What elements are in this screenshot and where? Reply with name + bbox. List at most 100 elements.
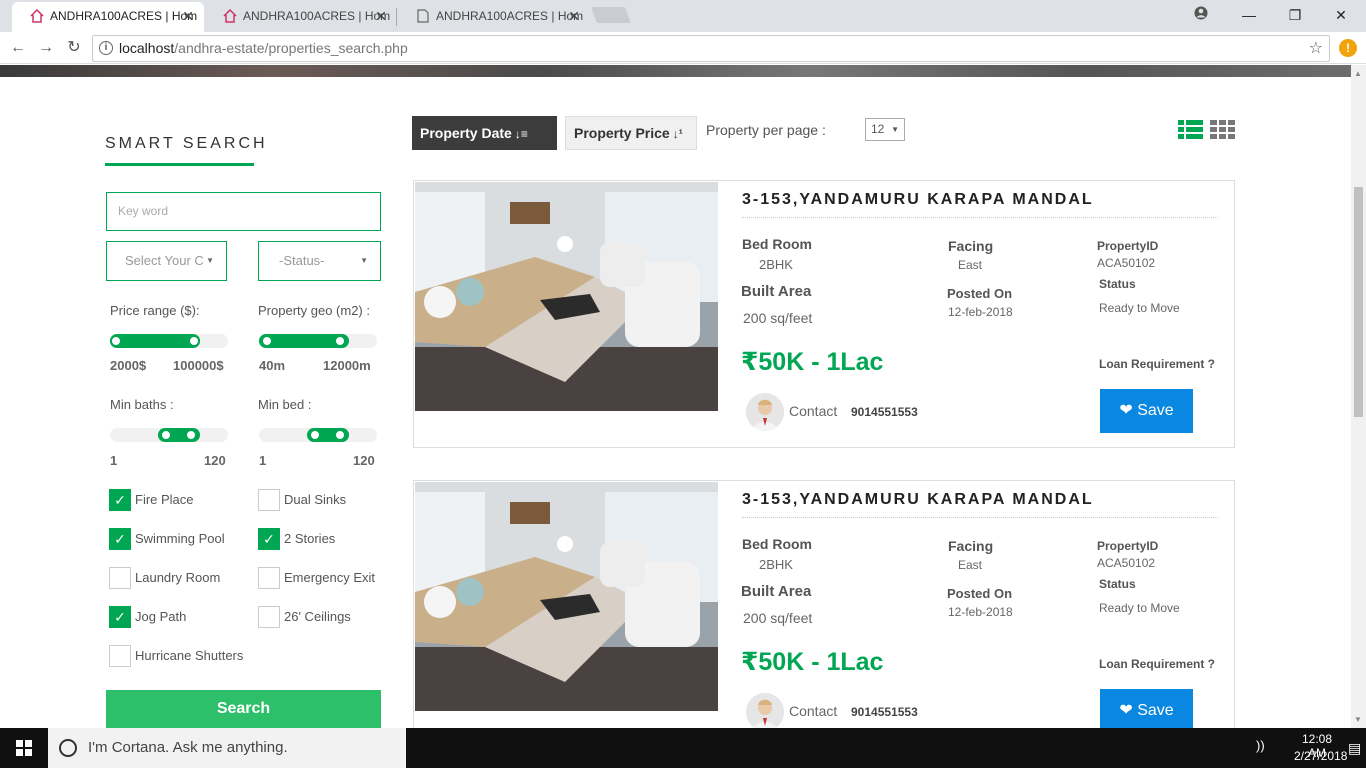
search-button[interactable]: Search <box>106 690 381 728</box>
loan-requirement-link[interactable]: Loan Requirement ? <box>1099 357 1215 371</box>
grid-view-icon[interactable] <box>1210 120 1235 140</box>
back-icon[interactable]: ← <box>6 36 30 60</box>
tab-divider <box>396 8 397 26</box>
geo-range-slider[interactable] <box>259 334 377 348</box>
property-photo[interactable] <box>415 182 718 411</box>
price-range-label: Price range ($): <box>110 303 200 318</box>
volume-icon[interactable]: )) <box>1256 738 1265 753</box>
browser-tab-3[interactable]: ANDHRA100ACRES | Hom ✕ <box>398 2 590 32</box>
contact-label: Contact <box>789 703 838 719</box>
new-tab-button[interactable] <box>591 7 631 23</box>
hero-banner-strip <box>0 65 1351 77</box>
contact-phone[interactable]: 9014551553 <box>851 405 918 419</box>
per-page-label: Property per page : <box>706 122 826 138</box>
save-button[interactable]: ❤ Save <box>1100 389 1193 433</box>
info-icon[interactable]: i <box>99 41 113 55</box>
facing-label: Facing <box>948 238 994 254</box>
heart-icon: ❤ <box>1119 702 1133 719</box>
keyword-input[interactable]: Key word <box>106 192 381 231</box>
price-range-slider[interactable] <box>110 334 228 348</box>
bed-slider[interactable] <box>259 428 377 442</box>
property-card[interactable]: 3-153,YANDAMURU KARAPA MANDAL Bed Room 2… <box>413 180 1235 448</box>
close-tab-icon[interactable]: ✕ <box>568 2 580 30</box>
checkbox-dual-sinks[interactable] <box>258 489 280 511</box>
slider-max-handle[interactable] <box>185 429 197 441</box>
slider-max-handle[interactable] <box>334 429 346 441</box>
chevron-down-icon: ▼ <box>360 256 368 265</box>
property-title[interactable]: 3-153,YANDAMURU KARAPA MANDAL <box>742 491 1094 509</box>
sort-by-date-button[interactable]: Property Date ↓≡ <box>412 116 557 150</box>
forward-icon[interactable]: → <box>34 36 58 60</box>
sort-descending-icon: ↓≡ <box>514 127 528 141</box>
jog-path-label: Jog Path <box>135 609 187 624</box>
close-window-icon[interactable]: ✕ <box>1318 0 1364 30</box>
heart-icon: ❤ <box>1119 402 1133 419</box>
bed-room-value: 2BHK <box>759 257 793 272</box>
slider-min-handle[interactable] <box>110 335 122 347</box>
status-select-value: -Status- <box>279 253 325 268</box>
browser-toolbar: ← → ↻ i localhost/andhra-estate/properti… <box>0 32 1366 64</box>
clock-date[interactable]: 2/27/2018 <box>1294 749 1347 763</box>
windows-taskbar: I'm Cortana. Ask me anything. )) 12:08 A… <box>0 728 1366 768</box>
scroll-up-icon[interactable]: ▲ <box>1354 69 1362 78</box>
profile-icon[interactable] <box>1178 0 1224 30</box>
checkbox-laundry-room[interactable] <box>109 567 131 589</box>
notifications-icon[interactable]: ▤ <box>1348 740 1361 757</box>
windows-start-icon[interactable] <box>0 728 48 768</box>
browser-tab-1[interactable]: ANDHRA100ACRES | Hom ✕ <box>12 2 204 32</box>
property-id-value: ACA50102 <box>1097 556 1156 570</box>
status-select[interactable]: -Status- ▼ <box>258 241 381 281</box>
baths-slider[interactable] <box>110 428 228 442</box>
loan-requirement-link[interactable]: Loan Requirement ? <box>1099 657 1215 671</box>
reload-icon[interactable]: ↻ <box>62 36 86 60</box>
status-value: Ready to Move <box>1099 601 1180 615</box>
checkbox-2-stories[interactable]: ✓ <box>258 528 280 550</box>
cortana-placeholder: I'm Cortana. Ask me anything. <box>88 739 288 756</box>
scrollbar-thumb[interactable] <box>1354 187 1363 417</box>
slider-min-handle[interactable] <box>160 429 172 441</box>
geo-min-value: 40m <box>259 358 286 373</box>
checkbox-jog-path[interactable]: ✓ <box>109 606 131 628</box>
close-tab-icon[interactable]: ✕ <box>182 2 194 30</box>
geo-max-value: 12000m <box>323 358 371 373</box>
property-photo[interactable] <box>415 482 718 711</box>
city-select-value: Select Your C <box>125 253 204 268</box>
browser-tab-2[interactable]: ANDHRA100ACRES | Hom ✕ <box>205 2 397 32</box>
restore-icon[interactable]: ❐ <box>1272 0 1318 30</box>
smart-search-title: SMART SEARCH <box>105 135 268 152</box>
tab-title: ANDHRA100ACRES | Hom <box>50 9 198 23</box>
list-view-icon[interactable] <box>1178 120 1203 140</box>
cortana-search-box[interactable]: I'm Cortana. Ask me anything. <box>48 728 406 768</box>
scroll-down-icon[interactable]: ▼ <box>1354 715 1362 724</box>
page-scrollbar[interactable]: ▲ ▼ <box>1351 65 1366 728</box>
status-value: Ready to Move <box>1099 301 1180 315</box>
address-bar[interactable]: i localhost/andhra-estate/properties_sea… <box>92 35 1330 62</box>
tab-title: ANDHRA100ACRES | Hom <box>243 9 391 23</box>
checkbox-hurricane-shutters[interactable] <box>109 645 131 667</box>
min-bed-label: Min bed : <box>258 397 312 412</box>
checkbox-26-ceilings[interactable] <box>258 606 280 628</box>
save-button[interactable]: ❤ Save <box>1100 689 1193 733</box>
checkbox-fire-place[interactable]: ✓ <box>109 489 131 511</box>
slider-min-handle[interactable] <box>261 335 273 347</box>
close-tab-icon[interactable]: ✕ <box>375 2 387 30</box>
slider-min-handle[interactable] <box>309 429 321 441</box>
checkbox-swimming-pool[interactable]: ✓ <box>109 528 131 550</box>
per-page-select[interactable]: 12 ▼ <box>865 118 905 141</box>
checkbox-emergency-exit[interactable] <box>258 567 280 589</box>
agent-avatar <box>746 693 784 731</box>
slider-max-handle[interactable] <box>334 335 346 347</box>
city-select[interactable]: Select Your C ▼ <box>106 241 227 281</box>
property-id-label: PropertyID <box>1097 239 1159 253</box>
contact-phone[interactable]: 9014551553 <box>851 705 918 719</box>
bookmark-star-icon[interactable]: ☆ <box>1309 36 1323 61</box>
url-path: /andhra-estate/properties_search.php <box>174 40 408 56</box>
warning-icon[interactable]: ! <box>1339 39 1357 57</box>
property-card[interactable]: 3-153,YANDAMURU KARAPA MANDAL Bed Room 2… <box>413 480 1235 748</box>
sort-by-price-button[interactable]: Property Price ↓¹ <box>565 116 697 150</box>
contact-label: Contact <box>789 403 838 419</box>
built-area-label: Built Area <box>741 283 812 300</box>
slider-max-handle[interactable] <box>188 335 200 347</box>
minimize-icon[interactable]: — <box>1226 0 1272 30</box>
property-title[interactable]: 3-153,YANDAMURU KARAPA MANDAL <box>742 191 1094 209</box>
